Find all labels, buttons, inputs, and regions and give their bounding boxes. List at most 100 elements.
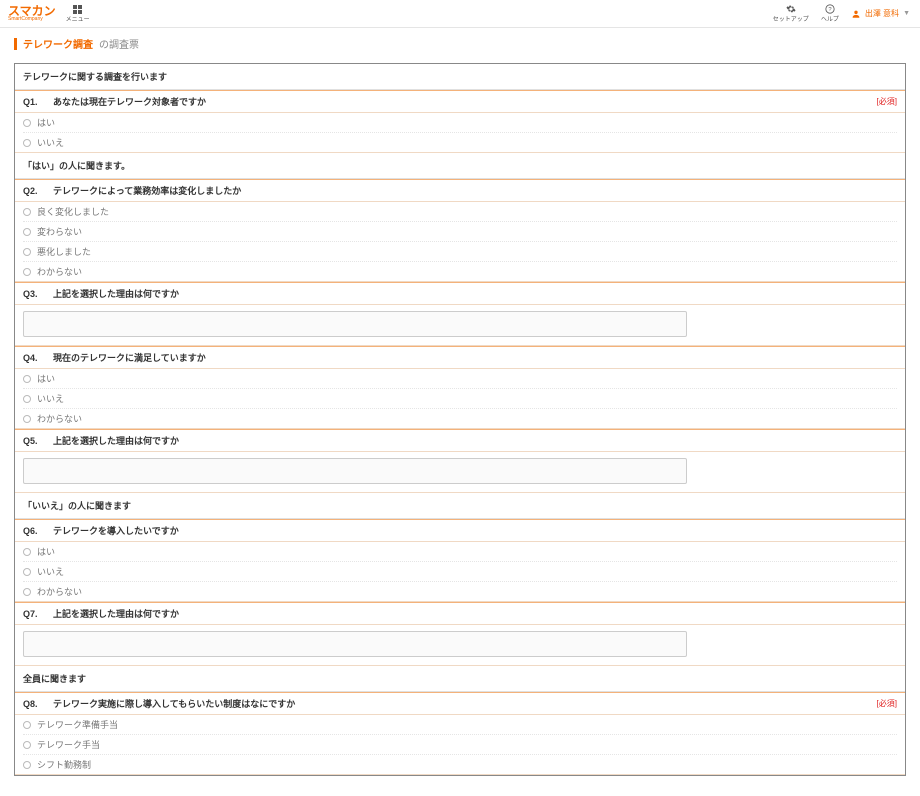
help-label: ヘルプ [821, 14, 839, 23]
question-header: Q8. テレワーク実施に際し導入してもらいたい制度はなにですか [必須] [15, 692, 905, 715]
option-label: いいえ [37, 136, 64, 149]
options: テレワーク準備手当テレワーク手当シフト勤務制 [15, 715, 905, 774]
textarea-wrap [15, 625, 905, 665]
question-number: Q7. [23, 609, 45, 619]
question-header: Q2. テレワークによって業務効率は変化しましたか [15, 179, 905, 202]
question-header: Q1. あなたは現在テレワーク対象者ですか [必須] [15, 90, 905, 113]
question-text: 現在のテレワークに満足していますか [53, 351, 206, 364]
radio-icon [23, 588, 31, 596]
question-text: テレワークによって業務効率は変化しましたか [53, 184, 241, 197]
radio-icon [23, 119, 31, 127]
question-text: 上記を選択した理由は何ですか [53, 607, 179, 620]
radio-option[interactable]: 変わらない [23, 222, 897, 242]
question-text: テレワーク実施に際し導入してもらいたい制度はなにですか [53, 697, 295, 710]
radio-option[interactable]: いいえ [23, 389, 897, 409]
svg-text:?: ? [828, 7, 832, 13]
user-icon [851, 9, 861, 19]
option-label: いいえ [37, 565, 64, 578]
user-menu[interactable]: 出澤 意科 ▼ [851, 8, 910, 19]
setup-label: セットアップ [773, 14, 809, 23]
chevron-down-icon: ▼ [903, 10, 910, 17]
radio-option[interactable]: シフト勤務制 [23, 755, 897, 774]
textarea-input[interactable] [23, 458, 687, 484]
textarea-wrap [15, 305, 905, 345]
radio-option[interactable]: テレワーク手当 [23, 735, 897, 755]
radio-icon [23, 139, 31, 147]
menu-button[interactable]: メニュー [66, 5, 90, 23]
topbar-left: スマカン SmartCompany メニュー [8, 5, 90, 23]
option-label: テレワーク準備手当 [37, 718, 118, 731]
radio-option[interactable]: わからない [23, 262, 897, 281]
question-number: Q8. [23, 699, 45, 709]
grid-icon [73, 5, 82, 14]
radio-icon [23, 761, 31, 769]
question: Q4. 現在のテレワークに満足していますかはいいいえわからない [15, 346, 905, 429]
radio-option[interactable]: 悪化しました [23, 242, 897, 262]
radio-option[interactable]: 良く変化しました [23, 202, 897, 222]
textarea-input[interactable] [23, 311, 687, 337]
options: はいいいえ [15, 113, 905, 152]
radio-icon [23, 741, 31, 749]
textarea-wrap [15, 452, 905, 492]
radio-option[interactable]: はい [23, 542, 897, 562]
option-label: わからない [37, 265, 82, 278]
page-header: テレワーク調査 の調査票 [0, 28, 920, 59]
option-label: いいえ [37, 392, 64, 405]
radio-option[interactable]: わからない [23, 409, 897, 428]
required-badge: [必須] [877, 698, 897, 709]
option-label: 良く変化しました [37, 205, 109, 218]
question: Q1. あなたは現在テレワーク対象者ですか [必須] はいいいえ [15, 90, 905, 153]
radio-option[interactable]: わからない [23, 582, 897, 601]
section-title: 「はい」の人に聞きます。 [15, 153, 905, 179]
survey-container: テレワークに関する調査を行います Q1. あなたは現在テレワーク対象者ですか [必須]… [14, 63, 906, 776]
question: Q8. テレワーク実施に際し導入してもらいたい制度はなにですか [必須] テレワーク準… [15, 692, 905, 775]
options: はいいいえわからない [15, 369, 905, 428]
radio-icon [23, 375, 31, 383]
radio-icon [23, 568, 31, 576]
gear-icon [786, 4, 796, 14]
help-icon: ? [825, 4, 835, 14]
required-badge: [必須] [877, 96, 897, 107]
question-number: Q2. [23, 186, 45, 196]
radio-option[interactable]: いいえ [23, 133, 897, 152]
radio-icon [23, 415, 31, 423]
option-label: 悪化しました [37, 245, 91, 258]
textarea-input[interactable] [23, 631, 687, 657]
question-header: Q6. テレワークを導入したいですか [15, 519, 905, 542]
question-number: Q4. [23, 353, 45, 363]
menu-label: メニュー [66, 14, 90, 23]
option-label: 変わらない [37, 225, 82, 238]
option-label: はい [37, 116, 55, 129]
radio-option[interactable]: はい [23, 113, 897, 133]
radio-option[interactable]: はい [23, 369, 897, 389]
user-name: 出澤 意科 [865, 8, 899, 19]
question-number: Q5. [23, 436, 45, 446]
question: Q6. テレワークを導入したいですかはいいいえわからない [15, 519, 905, 602]
question-number: Q1. [23, 97, 45, 107]
question-header: Q5.上記を選択した理由は何ですか [15, 429, 905, 452]
question-number: Q6. [23, 526, 45, 536]
option-label: シフト勤務制 [37, 758, 91, 771]
page-title: テレワーク調査 [23, 36, 93, 51]
topbar: スマカン SmartCompany メニュー セットアップ ? ヘルプ 出澤 意… [0, 0, 920, 28]
option-label: はい [37, 545, 55, 558]
setup-button[interactable]: セットアップ [773, 4, 809, 23]
radio-option[interactable]: テレワーク準備手当 [23, 715, 897, 735]
question: Q5.上記を選択した理由は何ですか [15, 429, 905, 493]
section-title: テレワークに関する調査を行います [15, 64, 905, 90]
logo[interactable]: スマカン SmartCompany [8, 5, 56, 22]
question-text: テレワークを導入したいですか [53, 524, 179, 537]
question-header: Q4. 現在のテレワークに満足していますか [15, 346, 905, 369]
option-label: わからない [37, 585, 82, 598]
options: 良く変化しました変わらない悪化しましたわからない [15, 202, 905, 281]
section-title: 「いいえ」の人に聞きます [15, 493, 905, 519]
help-button[interactable]: ? ヘルプ [821, 4, 839, 23]
question: Q3.上記を選択した理由は何ですか [15, 282, 905, 346]
radio-icon [23, 548, 31, 556]
radio-icon [23, 721, 31, 729]
question-header: Q7. 上記を選択した理由は何ですか [15, 602, 905, 625]
radio-option[interactable]: いいえ [23, 562, 897, 582]
question: Q2. テレワークによって業務効率は変化しましたか良く変化しました変わらない悪化し… [15, 179, 905, 282]
question-text: あなたは現在テレワーク対象者ですか [53, 95, 206, 108]
section-title: 全員に聞きます [15, 666, 905, 692]
